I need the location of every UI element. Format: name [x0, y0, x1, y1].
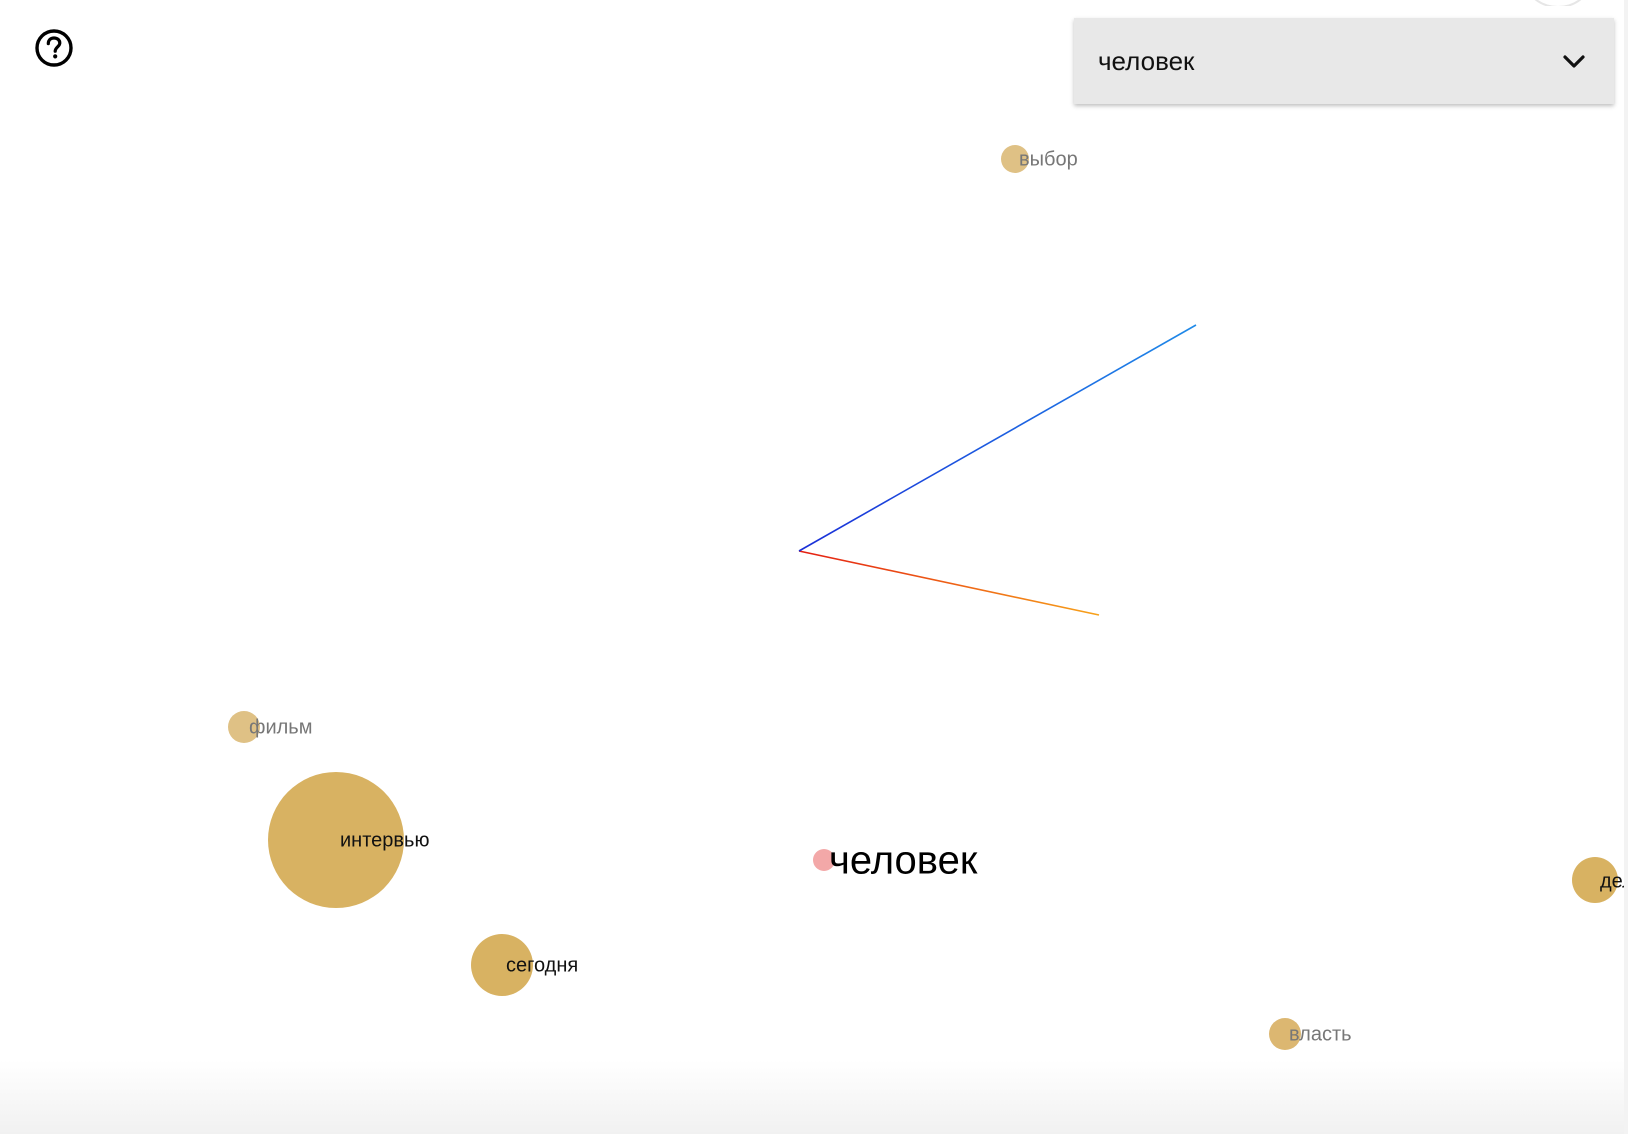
chevron-down-icon	[1563, 55, 1585, 68]
scene-svg	[228, 145, 1618, 1050]
help-circle-icon	[35, 29, 73, 67]
word-label[interactable]: власть	[1289, 1024, 1352, 1047]
word-label[interactable]: выбор	[1019, 149, 1078, 172]
embedding-3d-view[interactable]: человек выбор фильм интервью сегодня вла…	[0, 0, 1628, 1134]
top-right-button[interactable]	[1520, 0, 1596, 6]
word-label[interactable]: интервью	[340, 830, 429, 853]
selected-word: человек	[1098, 46, 1195, 76]
bottom-fade	[0, 1060, 1628, 1134]
word-label-query[interactable]: человек	[829, 839, 977, 884]
help-button[interactable]	[34, 28, 74, 68]
x-axis-line	[798, 550, 1100, 616]
scrollbar-track	[1624, 0, 1628, 1134]
z-axis-line	[798, 324, 1197, 552]
word-label[interactable]: фильм	[249, 717, 312, 740]
word-label[interactable]: сегодня	[506, 955, 578, 978]
word-select-dropdown[interactable]: человек	[1074, 18, 1614, 104]
